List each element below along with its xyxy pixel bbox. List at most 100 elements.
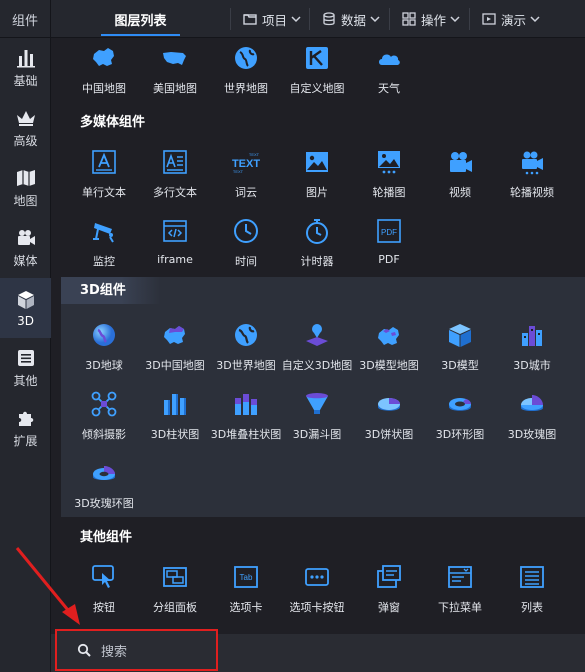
component-3d-stacked-bar[interactable]: 3D堆叠柱状图 [210,390,282,450]
sidebar-item-basic[interactable]: 基础 [0,38,51,98]
component-3d-city[interactable]: 3D城市 [496,321,568,381]
tab-button-icon [303,563,331,591]
component-carousel[interactable]: 轮播图 [353,148,425,208]
component-word-cloud[interactable]: TEXT TEXT TEXT 词云 [210,148,282,208]
sidebar-item-media[interactable]: 媒体 [0,218,51,278]
component-china-map[interactable]: 中国地图 [68,44,140,104]
menu-operation-label: 操作 [421,12,447,28]
sidebar-item-extension[interactable]: 扩展 [0,398,51,458]
component-carousel-video[interactable]: 轮播视频 [496,148,568,208]
sidebar-item-3d[interactable]: 3D [0,278,51,338]
component-label: 3D城市 [513,359,551,372]
video-icon [446,148,474,176]
component-single-text[interactable]: 单行文本 [68,148,140,208]
menu-present[interactable]: 演示 [482,7,540,31]
component-label: iframe [157,253,193,266]
component-group-panel[interactable]: 分组面板 [139,563,211,623]
component-label: 中国地图 [82,82,126,95]
component-label: 选项卡按钮 [289,601,345,614]
cube-icon [17,290,34,309]
component-label: 视频 [449,186,471,199]
category-sidebar: 基础 高级 地图 媒体 3D 其他 扩展 [0,38,51,672]
component-3d-ring[interactable]: 3D环形图 [424,390,496,450]
component-3d-china-map[interactable]: 3D中国地图 [139,321,211,381]
component-dropdown[interactable]: 下拉菜单 [424,563,496,623]
component-3d-pie[interactable]: 3D饼状图 [353,390,425,450]
component-world-map[interactable]: 世界地图 [210,44,282,104]
component-label: 轮播视频 [510,186,554,199]
3d-ring-icon [446,390,474,418]
component-list[interactable]: 列表 [496,563,568,623]
svg-text:Tab: Tab [240,573,253,582]
puzzle-icon [18,411,33,426]
word-cloud-icon: TEXT TEXT TEXT [232,148,260,176]
chevron-down-icon [450,16,460,23]
component-label: 3D漏斗图 [292,428,342,441]
component-label: 计时器 [300,255,334,268]
component-label: 3D中国地图 [145,359,205,372]
sidebar-item-map[interactable]: 地图 [0,158,51,218]
component-label: 自定义地图 [289,82,345,95]
tab-layers[interactable]: 图层列表 [51,0,230,38]
component-image[interactable]: 图片 [281,148,353,208]
component-label: 列表 [521,601,543,614]
svg-text:PDF: PDF [381,228,397,237]
component-time[interactable]: 时间 [210,217,282,277]
components-tab[interactable]: 组件 [0,0,51,38]
component-tab-button[interactable]: 选项卡按钮 [281,563,353,623]
sidebar-item-label: 媒体 [13,254,38,268]
component-pdf[interactable]: PDF PDF [353,217,425,277]
component-3d-world-map[interactable]: 3D世界地图 [210,321,282,381]
component-3d-custom-map[interactable]: 自定义3D地图 [281,321,353,381]
sidebar-item-advanced[interactable]: 高级 [0,98,51,158]
component-3d-rose-ring[interactable]: 3D玫瑰环图 [68,459,140,519]
component-stopwatch[interactable]: 计时器 [281,217,353,277]
component-oblique-photography[interactable]: 倾斜摄影 [68,390,140,450]
map-icon [16,170,35,186]
carousel-video-icon [518,148,546,176]
component-video[interactable]: 视频 [424,148,496,208]
section-title-3d: 3D组件 [61,277,161,304]
component-label: 时间 [235,255,257,268]
component-cctv[interactable]: 监控 [68,217,140,277]
component-label: 3D柱状图 [150,428,200,441]
component-label: 3D地球 [85,359,123,372]
component-usa-map[interactable]: 美国地图 [139,44,211,104]
component-3d-bar[interactable]: 3D柱状图 [139,390,211,450]
component-weather[interactable]: 天气 [353,44,425,104]
component-custom-map[interactable]: 自定义地图 [281,44,353,104]
component-label: 3D模型地图 [359,359,419,372]
component-label: 倾斜摄影 [82,428,126,441]
list-component-icon [518,563,546,591]
component-multi-text[interactable]: 多行文本 [139,148,211,208]
3d-world-map-icon [232,321,260,349]
divider [469,8,470,30]
chevron-down-icon [370,16,380,23]
search-input[interactable]: 搜索 [55,629,218,671]
dropdown-icon [446,563,474,591]
component-button[interactable]: 按钮 [68,563,140,623]
menu-project[interactable]: 项目 [243,7,301,31]
menu-operation[interactable]: 操作 [402,7,460,31]
component-3d-funnel[interactable]: 3D漏斗图 [281,390,353,450]
tab-icon: Tab [232,563,260,591]
component-iframe[interactable]: iframe [139,217,211,277]
component-label: 自定义3D地图 [281,359,353,372]
component-3d-model[interactable]: 3D模型 [424,321,496,381]
menu-data[interactable]: 数据 [322,7,380,31]
component-tab[interactable]: Tab 选项卡 [210,563,282,623]
3d-china-map-icon [161,321,189,349]
component-popup[interactable]: 弹窗 [353,563,425,623]
component-3d-rose[interactable]: 3D玫瑰图 [496,390,568,450]
menu-present-label: 演示 [501,12,527,28]
sidebar-item-label: 3D [17,313,34,328]
component-label: 词云 [235,186,257,199]
sidebar-item-other[interactable]: 其他 [0,338,51,398]
section-title-other: 其他组件 [80,530,133,545]
3d-pie-icon [375,390,403,418]
globe-icon [232,44,260,72]
component-3d-earth[interactable]: 3D地球 [68,321,140,381]
svg-text:TEXT: TEXT [249,152,260,157]
component-3d-model-map[interactable]: 3D模型地图 [353,321,425,381]
sidebar-item-label: 其他 [13,374,38,388]
